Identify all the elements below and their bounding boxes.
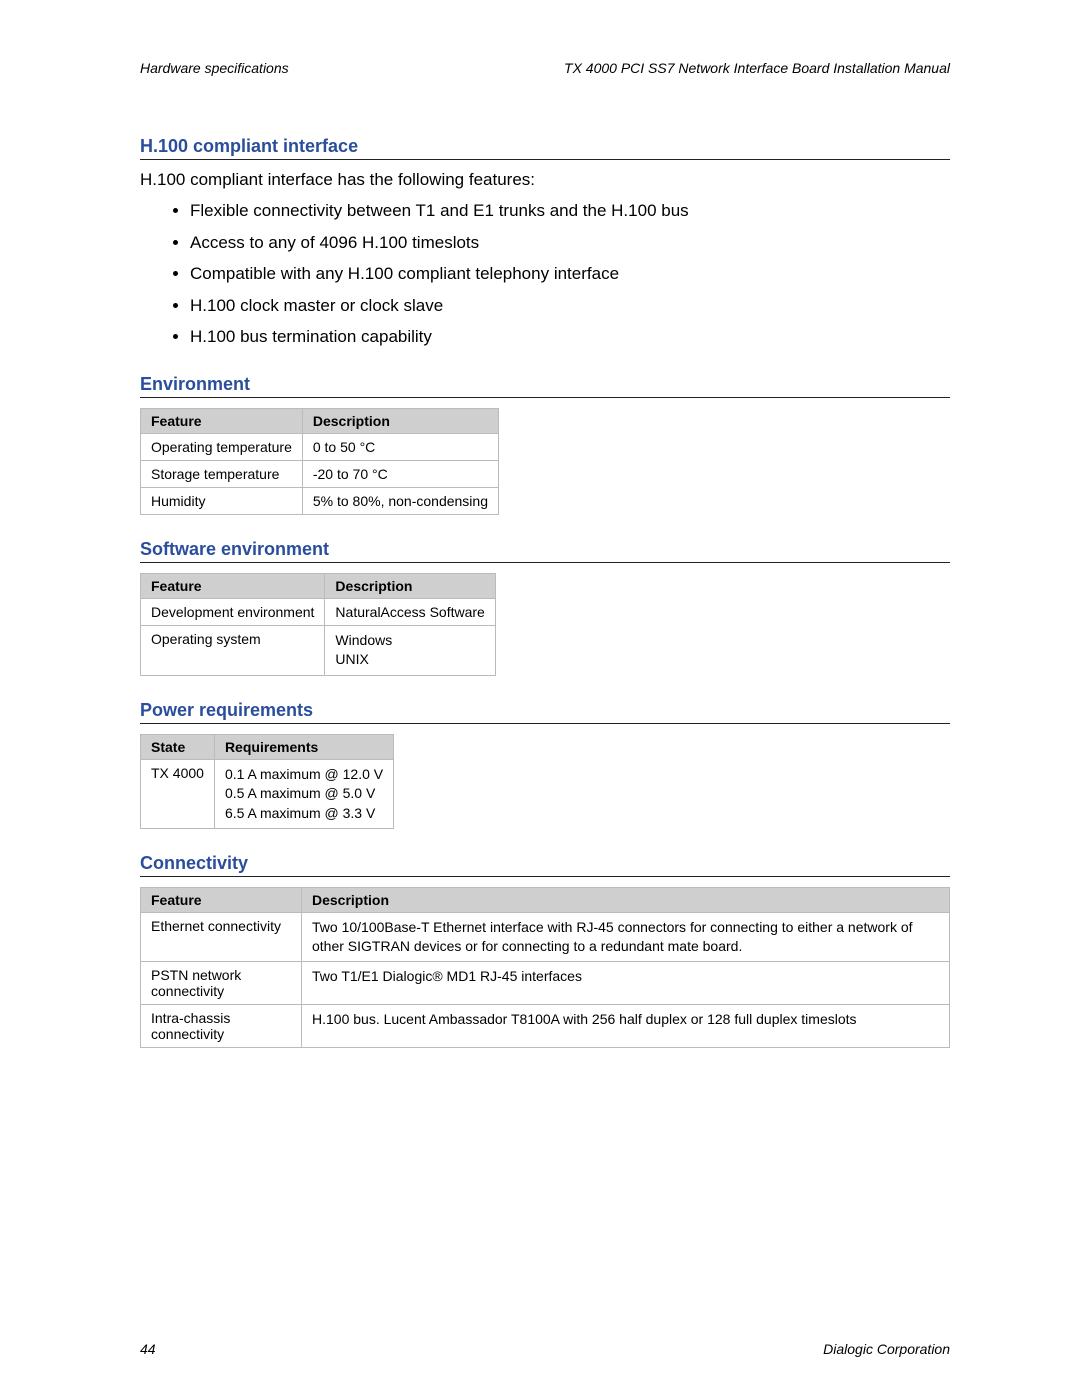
feature-cell: Ethernet connectivity <box>141 913 302 962</box>
table-header-row: Feature Description <box>141 408 499 433</box>
desc-cell: NaturalAccess Software <box>325 598 495 625</box>
table-row: Ethernet connectivity Two 10/100Base-T E… <box>141 913 950 962</box>
list-item: Access to any of 4096 H.100 timeslots <box>190 230 950 256</box>
table-row: Development environment NaturalAccess So… <box>141 598 496 625</box>
col-state: State <box>141 734 215 759</box>
req-cell: 0.1 A maximum @ 12.0 V 0.5 A maximum @ 5… <box>214 759 393 829</box>
col-feature: Feature <box>141 573 325 598</box>
page-footer: 44 Dialogic Corporation <box>140 1341 950 1357</box>
feature-cell: Operating system <box>141 625 325 675</box>
col-description: Description <box>302 408 498 433</box>
table-header-row: Feature Description <box>141 573 496 598</box>
table-row: Intra-chassis connectivity H.100 bus. Lu… <box>141 1005 950 1048</box>
col-feature: Feature <box>141 408 303 433</box>
table-header-row: State Requirements <box>141 734 394 759</box>
desc-cell: H.100 bus. Lucent Ambassador T8100A with… <box>302 1005 950 1048</box>
page-number: 44 <box>140 1341 156 1357</box>
desc-cell: Two 10/100Base-T Ethernet interface with… <box>302 913 950 962</box>
h100-bullets: Flexible connectivity between T1 and E1 … <box>170 198 950 350</box>
list-item: H.100 clock master or clock slave <box>190 293 950 319</box>
table-row: TX 4000 0.1 A maximum @ 12.0 V 0.5 A max… <box>141 759 394 829</box>
desc-cell: Windows UNIX <box>325 625 495 675</box>
desc-cell: 0 to 50 °C <box>302 433 498 460</box>
list-item: H.100 bus termination capability <box>190 324 950 350</box>
page-header: Hardware specifications TX 4000 PCI SS7 … <box>140 60 950 76</box>
desc-cell: 5% to 80%, non-condensing <box>302 487 498 514</box>
header-right: TX 4000 PCI SS7 Network Interface Board … <box>564 60 950 76</box>
table-header-row: Feature Description <box>141 888 950 913</box>
feature-cell: PSTN network connectivity <box>141 962 302 1005</box>
feature-cell: Storage temperature <box>141 460 303 487</box>
section-title-power: Power requirements <box>140 700 950 724</box>
section-title-connectivity: Connectivity <box>140 853 950 877</box>
table-row: Humidity 5% to 80%, non-condensing <box>141 487 499 514</box>
table-row: PSTN network connectivity Two T1/E1 Dial… <box>141 962 950 1005</box>
list-item: Flexible connectivity between T1 and E1 … <box>190 198 950 224</box>
software-table: Feature Description Development environm… <box>140 573 496 676</box>
list-item: Compatible with any H.100 compliant tele… <box>190 261 950 287</box>
desc-cell: Two T1/E1 Dialogic® MD1 RJ-45 interfaces <box>302 962 950 1005</box>
power-table: State Requirements TX 4000 0.1 A maximum… <box>140 734 394 830</box>
col-feature: Feature <box>141 888 302 913</box>
feature-cell: Intra-chassis connectivity <box>141 1005 302 1048</box>
table-row: Storage temperature -20 to 70 °C <box>141 460 499 487</box>
table-row: Operating temperature 0 to 50 °C <box>141 433 499 460</box>
company-name: Dialogic Corporation <box>823 1341 950 1357</box>
feature-cell: Humidity <box>141 487 303 514</box>
section-title-software: Software environment <box>140 539 950 563</box>
section-title-h100: H.100 compliant interface <box>140 136 950 160</box>
feature-cell: Development environment <box>141 598 325 625</box>
feature-cell: Operating temperature <box>141 433 303 460</box>
connectivity-table: Feature Description Ethernet connectivit… <box>140 887 950 1048</box>
col-description: Description <box>302 888 950 913</box>
h100-intro: H.100 compliant interface has the follow… <box>140 170 950 190</box>
environment-table: Feature Description Operating temperatur… <box>140 408 499 515</box>
col-description: Description <box>325 573 495 598</box>
section-title-environment: Environment <box>140 374 950 398</box>
table-row: Operating system Windows UNIX <box>141 625 496 675</box>
col-requirements: Requirements <box>214 734 393 759</box>
state-cell: TX 4000 <box>141 759 215 829</box>
desc-cell: -20 to 70 °C <box>302 460 498 487</box>
header-left: Hardware specifications <box>140 60 289 76</box>
